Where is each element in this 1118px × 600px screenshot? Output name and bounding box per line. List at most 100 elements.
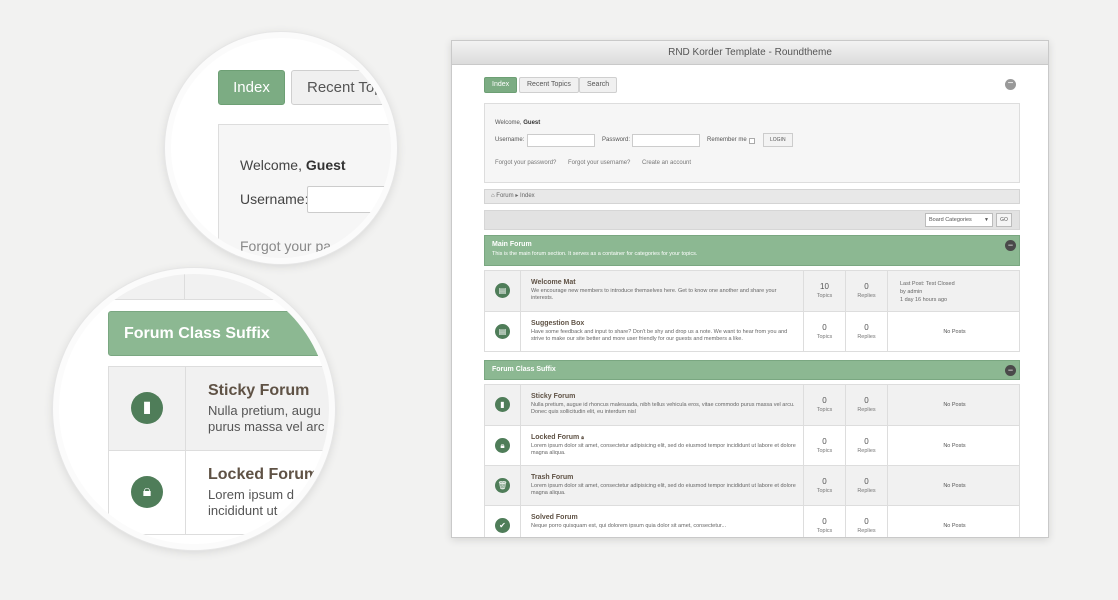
replies-count: 0 [864, 396, 869, 405]
breadcrumb-home[interactable]: Forum [496, 193, 513, 199]
forum-title-text[interactable]: Locked Forum [531, 434, 579, 441]
topics-label: Topics [816, 293, 833, 299]
small-lock-icon: 🔒︎ [581, 435, 584, 441]
remember-label: Remember me [707, 137, 747, 143]
create-account-link[interactable]: Create an account [642, 160, 691, 166]
no-posts: No Posts [943, 443, 966, 449]
no-posts: No Posts [943, 523, 966, 529]
zoom-welcome-user: Guest [305, 157, 346, 173]
forum-description: Lorem ipsum dolor sit amet, consectetur … [531, 483, 796, 496]
last-post-cell: No Posts [887, 312, 1021, 351]
last-post-cell: No Posts [887, 426, 1021, 465]
last-post-title[interactable]: Last Post: Test Closed [900, 280, 955, 288]
category-title[interactable]: Forum Class Suffix [492, 366, 1019, 373]
forum-title[interactable]: Welcome Mat [531, 279, 799, 286]
forum-description: Neque porro quisquam est, qui dolorem ip… [531, 523, 727, 529]
tab-recent-topics[interactable]: Recent Topics [519, 77, 579, 93]
last-post-cell: Last Post: Test Closed by admin 1 day 16… [887, 271, 1021, 311]
tab-search[interactable]: Search [579, 77, 618, 93]
replies-label: Replies [857, 448, 876, 454]
category-header-main-forum[interactable]: Main Forum This is the main forum sectio… [484, 235, 1020, 266]
table-row: 🔒︎ Locked Forum 🔒︎ Lorem ipsum dolor sit… [485, 425, 1019, 465]
replies-label: Replies [857, 334, 876, 340]
topics-label: Topics [816, 334, 833, 340]
forum-icon-cell: ▤ [485, 271, 521, 311]
forum-title[interactable]: Trash Forum [531, 474, 799, 481]
password-input[interactable] [632, 134, 700, 147]
login-box: Welcome, Guest Username: Password: Remem… [484, 103, 1020, 183]
zoom-desc-line: incididunt ut [208, 503, 278, 518]
go-button[interactable]: GO [996, 213, 1012, 227]
collapse-icon[interactable]: − [1005, 79, 1016, 90]
zoom-table-row: ▮ Sticky Forum Nulla pretium, augu purus… [109, 367, 329, 451]
forum-table-main: ▤ Welcome Mat We encourage new members t… [484, 270, 1020, 352]
window-title: RND Korder Template - Roundtheme [452, 41, 1048, 65]
forum-title[interactable]: Locked Forum 🔒︎ [531, 434, 799, 441]
zoom-forum-desc: Nulla pretium, augu purus massa vel arc [208, 403, 324, 435]
forum-icon-cell: ✔ [485, 506, 521, 537]
table-row: ✔ Solved Forum Neque porro quisquam est,… [485, 505, 1019, 537]
document-icon: ▤ [495, 324, 510, 339]
collapse-icon[interactable]: − [1005, 365, 1016, 376]
welcome-prefix: Welcome, [495, 120, 522, 126]
forgot-password-link[interactable]: Forgot your password? [495, 160, 556, 166]
topics-cell: 10 Topics [803, 271, 845, 311]
topics-label: Topics [816, 488, 833, 494]
zoom-welcome: Welcome, Guest [240, 157, 346, 173]
zoom-category-header: Forum Class Suffix [108, 311, 329, 356]
zoom-circle-login: Index Recent Top Welcome, Guest Username… [165, 32, 397, 264]
trash-icon: 🗑︎ [495, 478, 510, 493]
no-posts: No Posts [943, 329, 966, 335]
login-button[interactable]: LOGIN [763, 133, 793, 147]
replies-label: Replies [857, 407, 876, 413]
forum-icon-cell: ▮ [485, 385, 521, 425]
zoom-forum-title: Locked Forum [208, 466, 319, 483]
replies-label: Replies [857, 488, 876, 494]
welcome-text: Welcome, Guest [495, 120, 540, 126]
topics-count: 0 [822, 323, 827, 332]
forum-description: We encourage new members to introduce th… [531, 288, 777, 301]
topics-cell: 0 Topics [803, 506, 845, 537]
zoom-username-input [307, 186, 391, 213]
last-post-cell: No Posts [887, 385, 1021, 425]
category-header-forum-class-suffix[interactable]: Forum Class Suffix − [484, 360, 1020, 380]
topics-label: Topics [816, 407, 833, 413]
zoom-forum-desc: Lorem ipsum d incididunt ut [208, 487, 294, 519]
select-value: Board Categories [929, 217, 972, 223]
forum-title[interactable]: Suggestion Box [531, 320, 799, 327]
category-title[interactable]: Main Forum [492, 241, 1019, 248]
zoom-forgot-link: Forgot your pa [240, 238, 332, 254]
zoom-circle-forums: Forum Class Suffix ▮ Sticky Forum Nulla … [53, 268, 335, 550]
topics-cell: 0 Topics [803, 466, 845, 505]
lock-icon: 🔒︎ [495, 438, 510, 453]
remember-checkbox[interactable] [749, 138, 755, 144]
last-post-info: Last Post: Test Closed by admin 1 day 16… [900, 280, 955, 304]
forum-info: Sticky Forum Nulla pretium, augue id rho… [531, 393, 799, 416]
zoom-tab-recent: Recent Top [291, 70, 391, 105]
board-toolbar: Board Categories ▼ GO [484, 210, 1020, 230]
forgot-username-link[interactable]: Forgot your username? [568, 160, 630, 166]
forum-title[interactable]: Sticky Forum [531, 393, 799, 400]
zoom-table-row: 🔒︎ Locked Forum Lorem ipsum d incididunt… [109, 451, 329, 535]
replies-cell: 0 Replies [845, 466, 887, 505]
forum-icon-cell: 🗑︎ [485, 466, 521, 505]
forum-title[interactable]: Solved Forum [531, 514, 799, 521]
last-post-author[interactable]: by admin [900, 288, 955, 296]
zoom-divider [184, 274, 185, 300]
topics-label: Topics [816, 528, 833, 534]
username-label: Username: [495, 137, 525, 143]
forum-description: Nulla pretium, augue id rhoncus malesuad… [531, 402, 795, 415]
topics-count: 0 [822, 517, 827, 526]
home-icon[interactable]: ⌂ [491, 193, 495, 199]
tab-index[interactable]: Index [484, 77, 518, 93]
topics-cell: 0 Topics [803, 385, 845, 425]
zoom-icon-cell: 🔒︎ [109, 451, 186, 534]
username-input[interactable] [527, 134, 595, 147]
replies-cell: 0 Replies [845, 385, 887, 425]
replies-label: Replies [857, 293, 876, 299]
topics-count: 10 [820, 282, 829, 291]
board-categories-select[interactable]: Board Categories ▼ [925, 213, 993, 227]
collapse-icon[interactable]: − [1005, 240, 1016, 251]
topics-count: 0 [822, 396, 827, 405]
zoom-row-fragment [59, 274, 329, 300]
